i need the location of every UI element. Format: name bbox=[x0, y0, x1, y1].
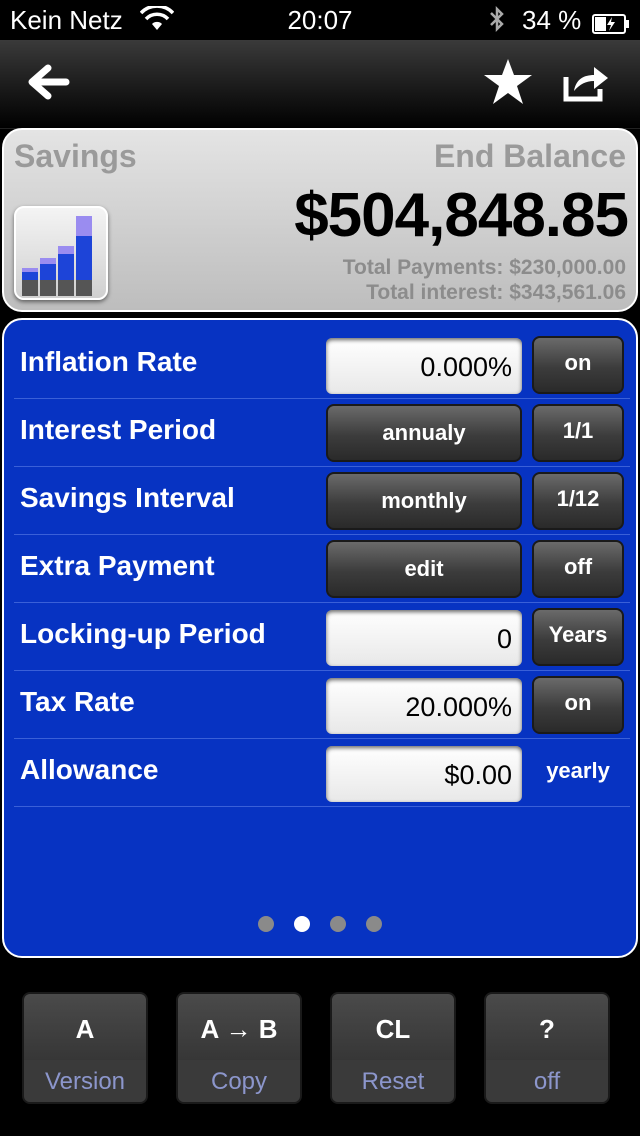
row-label: Locking-up Period bbox=[20, 618, 266, 649]
savings-interval-button[interactable]: monthly bbox=[326, 472, 522, 530]
row-locking-up-period: Locking-up Period 0 Years bbox=[14, 602, 630, 671]
battery-percentage: 34 % bbox=[522, 5, 582, 35]
summary-panel: Savings End Balance $504,848.85 Total Pa… bbox=[2, 128, 638, 312]
interest-period-button[interactable]: annualy bbox=[326, 404, 522, 462]
row-label: Savings Interval bbox=[20, 482, 235, 513]
extra-payment-edit-button[interactable]: edit bbox=[326, 540, 522, 598]
share-icon bbox=[562, 61, 610, 108]
total-interest: Total interest: $343,561.06 bbox=[366, 281, 626, 304]
page-dot[interactable] bbox=[330, 916, 346, 932]
version-button-key: A bbox=[75, 1014, 95, 1044]
favorite-button[interactable] bbox=[478, 54, 538, 114]
row-label: Tax Rate bbox=[20, 686, 135, 717]
locking-up-period-input[interactable]: 0 bbox=[326, 610, 522, 666]
reset-button-key: CL bbox=[375, 1014, 411, 1044]
row-label: Allowance bbox=[20, 754, 159, 785]
star-icon bbox=[482, 57, 534, 112]
row-label: Inflation Rate bbox=[20, 346, 198, 377]
tax-rate-input[interactable]: 20.000% bbox=[326, 678, 522, 734]
allowance-input[interactable]: $0.00 bbox=[326, 746, 522, 802]
help-button-label: off bbox=[486, 1060, 608, 1102]
back-arrow-icon bbox=[26, 64, 70, 105]
row-extra-payment: Extra Payment edit off bbox=[14, 534, 630, 603]
share-button[interactable] bbox=[556, 54, 616, 114]
reset-button-label: Reset bbox=[332, 1060, 454, 1102]
row-label: Extra Payment bbox=[20, 550, 215, 581]
back-button[interactable] bbox=[18, 54, 78, 114]
version-button-label: Version bbox=[24, 1060, 146, 1102]
row-allowance: Allowance $0.00 yearly bbox=[14, 738, 630, 807]
page-indicator[interactable] bbox=[4, 916, 636, 932]
end-balance-value: $504,848.85 bbox=[294, 181, 629, 250]
row-tax-rate: Tax Rate 20.000% on bbox=[14, 670, 630, 739]
locking-unit-button[interactable]: Years bbox=[532, 608, 624, 666]
page-dot[interactable] bbox=[258, 916, 274, 932]
row-interest-period: Interest Period annualy 1/1 bbox=[14, 398, 630, 467]
page-dot[interactable] bbox=[366, 916, 382, 932]
status-bar: Kein Netz 20:07 34 % bbox=[0, 0, 640, 40]
copy-button-label: Copy bbox=[178, 1060, 300, 1102]
battery-icon bbox=[592, 10, 630, 34]
extra-payment-toggle-button[interactable]: off bbox=[532, 540, 624, 598]
bluetooth-icon bbox=[488, 5, 506, 40]
page-dot-active[interactable] bbox=[294, 916, 310, 932]
bar-chart-icon[interactable] bbox=[14, 206, 108, 300]
navigation-bar bbox=[0, 40, 640, 129]
inflation-toggle-button[interactable]: on bbox=[532, 336, 624, 394]
inflation-rate-input[interactable]: 0.000% bbox=[326, 338, 522, 394]
copy-button[interactable]: A → B Copy bbox=[176, 992, 302, 1104]
copy-button-key: A → B bbox=[200, 1014, 278, 1044]
version-button[interactable]: A Version bbox=[22, 992, 148, 1104]
row-label: Interest Period bbox=[20, 414, 217, 445]
help-button[interactable]: ? off bbox=[484, 992, 610, 1104]
end-balance-label: End Balance bbox=[433, 138, 626, 174]
help-button-key: ? bbox=[539, 1014, 555, 1044]
bottom-toolbar: A Version A → B Copy CL Reset ? off bbox=[0, 968, 640, 1136]
interest-period-ratio-button[interactable]: 1/1 bbox=[532, 404, 624, 462]
total-payments: Total Payments: $230,000.00 bbox=[342, 256, 626, 279]
row-inflation-rate: Inflation Rate 0.000% on bbox=[14, 330, 630, 399]
row-savings-interval: Savings Interval monthly 1/12 bbox=[14, 466, 630, 535]
reset-button[interactable]: CL Reset bbox=[330, 992, 456, 1104]
tax-toggle-button[interactable]: on bbox=[532, 676, 624, 734]
calculator-type-label: Savings bbox=[14, 138, 137, 174]
settings-panel: Inflation Rate 0.000% on Interest Period… bbox=[2, 318, 638, 958]
savings-interval-ratio-button[interactable]: 1/12 bbox=[532, 472, 624, 530]
allowance-period-label: yearly bbox=[546, 758, 610, 783]
